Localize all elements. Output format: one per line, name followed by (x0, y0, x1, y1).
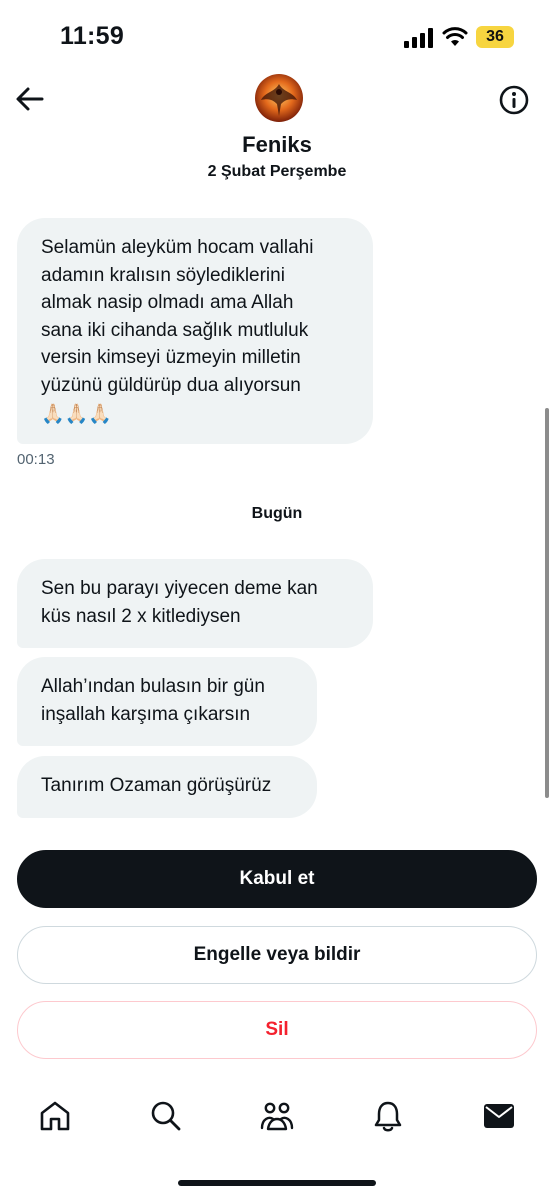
message-text-line: yüzünü güldürüp dua alıyorsun (41, 374, 301, 396)
message-text-line: küs nasıl 2 x kitlediysen (41, 605, 241, 627)
date-separator: 2 Şubat Perşembe (207, 163, 347, 180)
message-text-line: sana iki cihanda sağlık mutluluk (41, 319, 309, 341)
message-bubble[interactable]: Allah’ından bulasın bir gün inşallah kar… (17, 657, 317, 746)
block-or-report-button[interactable]: Engelle veya bildir (17, 926, 537, 984)
praying-hands-emoji: 🙏🏻🙏🏻🙏🏻 (41, 404, 112, 425)
contact-name[interactable]: Feniks (0, 132, 554, 158)
status-time: 11:59 (60, 22, 125, 50)
wifi-icon (442, 27, 468, 46)
arrow-left-icon[interactable] (14, 84, 46, 114)
message-bubble[interactable]: Selamün aleyküm hocam vallahi adamın kra… (17, 218, 373, 444)
notifications-icon[interactable] (370, 1098, 406, 1134)
date-separator: Bugün (251, 505, 303, 522)
avatar[interactable] (255, 74, 303, 122)
message-text-line: inşallah karşıma çıkarsın (41, 703, 251, 725)
search-icon[interactable] (148, 1098, 184, 1134)
message-text-line: Sen bu parayı yiyecen deme kan (41, 578, 318, 599)
message-text-line: Tanırım Ozaman görüşürüz (41, 775, 272, 796)
message-list[interactable]: 2 Şubat Perşembe Selamün aleyküm hocam v… (0, 160, 554, 828)
battery-indicator: 36 (476, 26, 514, 48)
message-text-line: versin kimseyi üzmeyin milletin (41, 347, 301, 368)
info-circle-icon[interactable] (498, 84, 530, 116)
communities-icon[interactable] (259, 1098, 295, 1134)
home-icon[interactable] (37, 1098, 73, 1134)
bottom-tab-bar (0, 1088, 554, 1148)
message-text-line: adamın kralısın söylediklerini (41, 264, 285, 286)
message-bubble[interactable]: Sen bu parayı yiyecen deme kan küs nasıl… (17, 559, 373, 648)
message-text-line: Selamün aleyküm hocam vallahi (41, 237, 314, 258)
conversation-header: Feniks (0, 72, 554, 172)
messages-icon[interactable] (481, 1098, 517, 1134)
phoenix-avatar-icon (261, 84, 297, 116)
message-text-line: Allah’ından bulasın bir gün (41, 676, 265, 697)
status-bar: 11:59 36 (0, 0, 554, 72)
cellular-signal-icon (404, 28, 433, 48)
message-text-line: almak nasip olmadı ama Allah (41, 292, 294, 313)
accept-button[interactable]: Kabul et (17, 850, 537, 908)
scrollbar[interactable] (545, 408, 549, 798)
message-timestamp: 00:13 (17, 451, 55, 468)
delete-button[interactable]: Sil (17, 1001, 537, 1059)
message-bubble[interactable]: Tanırım Ozaman görüşürüz (17, 756, 317, 818)
home-indicator (178, 1180, 376, 1186)
